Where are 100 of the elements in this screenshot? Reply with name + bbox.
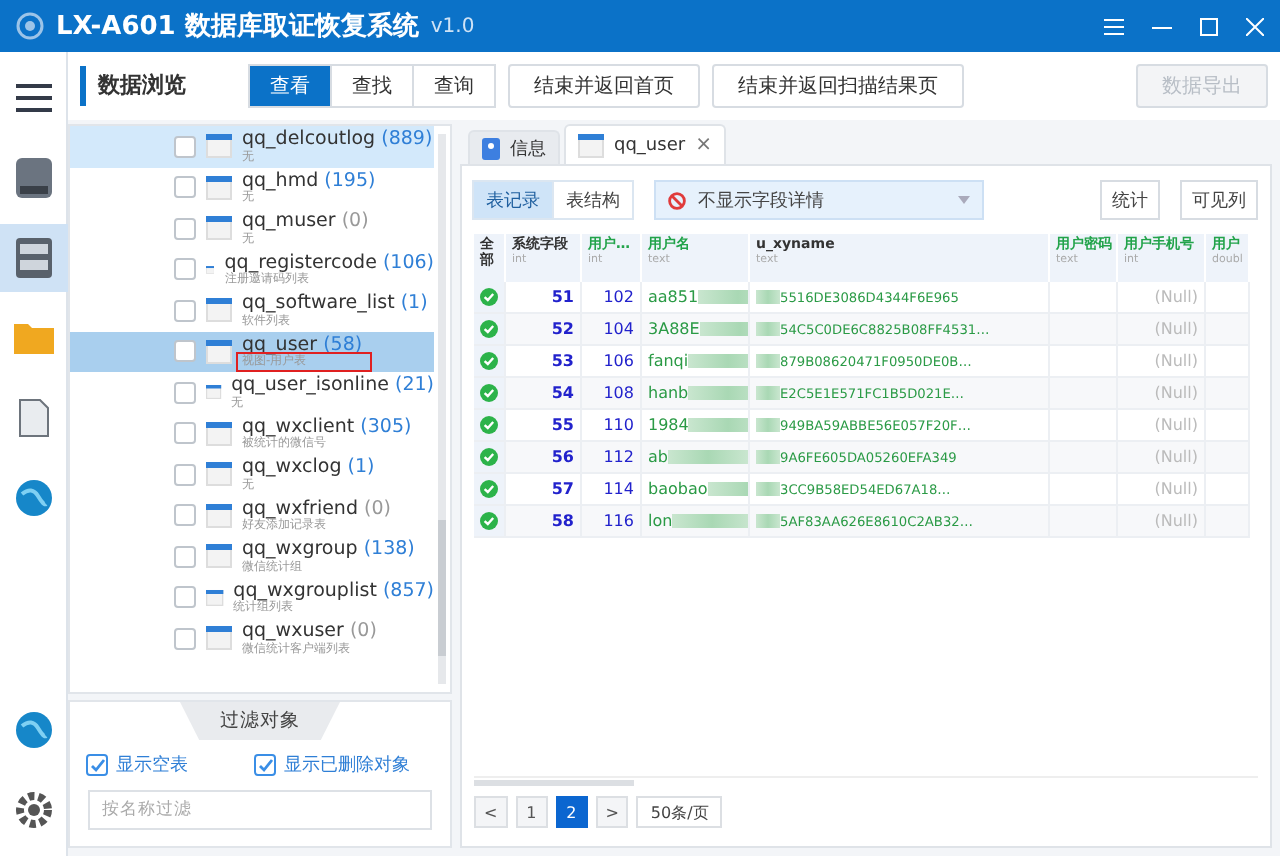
- table-cell: 1984: [642, 410, 750, 442]
- filter-field[interactable]: 按名称过滤: [88, 790, 432, 830]
- settings-icon[interactable]: [13, 790, 53, 830]
- table-cell: 52: [506, 314, 582, 346]
- checkbox[interactable]: [174, 340, 196, 363]
- table-name: qq_wxclog (1): [242, 458, 375, 477]
- table-cell: 106: [582, 346, 642, 378]
- checkbox[interactable]: [174, 545, 196, 568]
- checkbox[interactable]: [174, 176, 196, 199]
- mode-tab[interactable]: 查看: [248, 64, 332, 108]
- table-icon: [206, 216, 232, 241]
- checkbox-label[interactable]: 显示空表: [116, 752, 188, 778]
- table-cell: baobao: [642, 474, 750, 506]
- table-cell: 112: [582, 442, 642, 474]
- database-icon[interactable]: [13, 236, 53, 280]
- previous-page-button[interactable]: <: [474, 796, 508, 828]
- blurred-text: [756, 354, 780, 368]
- table-icon: [206, 298, 232, 323]
- view-tab[interactable]: 表记录: [472, 180, 554, 220]
- table-cell: ab: [642, 442, 750, 474]
- table-icon: [206, 585, 224, 610]
- checkbox[interactable]: [174, 258, 196, 281]
- close-icon[interactable]: [1246, 17, 1264, 35]
- table-icon: [206, 421, 232, 446]
- table-name: qq_wxclient (305): [242, 417, 412, 436]
- page-size-select[interactable]: 50条/页: [636, 796, 723, 828]
- document-tab[interactable]: qq_user ×: [564, 124, 726, 164]
- scrollbar-thumb[interactable]: [438, 519, 446, 657]
- checkbox[interactable]: [174, 381, 196, 404]
- blurred-text: [756, 386, 780, 400]
- checkbox[interactable]: [86, 754, 108, 776]
- blurred-text: [756, 418, 780, 432]
- table-cell: (Null): [1118, 410, 1206, 442]
- table-icon: [206, 134, 232, 159]
- table-cell: 102: [582, 282, 642, 314]
- table-cell: 56: [506, 442, 582, 474]
- checkbox[interactable]: [174, 504, 196, 527]
- table-cell: (Null): [1118, 378, 1206, 410]
- blurred-text: [667, 450, 748, 464]
- action-button[interactable]: 结束并返回扫描结果页: [712, 64, 964, 108]
- table-cell: 53: [506, 346, 582, 378]
- checkbox[interactable]: [174, 627, 196, 650]
- check-circle-icon: [480, 512, 498, 530]
- table-cell: 57: [506, 474, 582, 506]
- table-icon: [206, 626, 232, 651]
- globe-icon[interactable]: [13, 478, 53, 518]
- checkbox[interactable]: [174, 217, 196, 240]
- grid-button[interactable]: 统计: [1100, 180, 1160, 220]
- table-cell: 108: [582, 378, 642, 410]
- page-button[interactable]: 2: [555, 796, 588, 828]
- page-button[interactable]: 1: [515, 796, 548, 828]
- globe-icon[interactable]: [13, 710, 53, 750]
- check-circle-icon: [480, 384, 498, 402]
- table-name: qq_wxgrouplist (857): [233, 581, 434, 600]
- next-page-button[interactable]: >: [595, 796, 629, 828]
- folder-icon[interactable]: [11, 320, 55, 356]
- table-icon: [206, 462, 232, 487]
- table-cell: 54: [506, 378, 582, 410]
- table-name: qq_muser (0): [242, 212, 369, 231]
- blurred-text: [688, 354, 748, 368]
- checkbox[interactable]: [254, 754, 276, 776]
- disk-drive-icon[interactable]: [13, 156, 53, 200]
- table-icon: [206, 175, 232, 200]
- blurred-text: [756, 482, 780, 496]
- table-cell: (Null): [1118, 346, 1206, 378]
- table-name: qq_software_list (1): [242, 294, 428, 313]
- table-icon: [578, 133, 604, 157]
- table-cell: 110: [582, 410, 642, 442]
- table-cell: 3A88E: [642, 314, 750, 346]
- table-cell: 58: [506, 506, 582, 538]
- table-cell: (Null): [1118, 282, 1206, 314]
- caret-icon: [958, 196, 970, 204]
- table-name: qq_delcoutlog (889): [242, 130, 433, 149]
- menu-icon[interactable]: [15, 84, 51, 112]
- document-tab[interactable]: 信息: [468, 130, 560, 164]
- checkbox-label[interactable]: 显示已删除对象: [284, 752, 410, 778]
- file-icon[interactable]: [17, 398, 49, 438]
- checkbox[interactable]: [174, 463, 196, 486]
- document-icon: [482, 137, 500, 159]
- detail-dropdown[interactable]: 不显示字段详情: [654, 180, 984, 220]
- view-tab[interactable]: 表结构: [552, 180, 634, 220]
- check-circle-icon: [480, 416, 498, 434]
- table-name: qq_user_isonline (21): [231, 376, 434, 395]
- blurred-text: [756, 290, 780, 304]
- table-name: qq_hmd (195): [242, 171, 376, 190]
- mode-tab[interactable]: 查找: [330, 64, 414, 108]
- close-icon[interactable]: ×: [695, 134, 712, 156]
- checkbox[interactable]: [174, 422, 196, 445]
- table-icon: [206, 503, 232, 528]
- grid-button[interactable]: 可见列: [1180, 180, 1258, 220]
- checkbox[interactable]: [174, 299, 196, 322]
- checkbox[interactable]: [174, 586, 196, 609]
- table-name: qq_wxfriend (0): [242, 499, 391, 518]
- table-cell: fanqi: [642, 346, 750, 378]
- action-button[interactable]: 结束并返回首页: [508, 64, 700, 108]
- mode-tab[interactable]: 查询: [412, 64, 496, 108]
- table-icon: [206, 339, 232, 364]
- table-cell: 116: [582, 506, 642, 538]
- checkbox[interactable]: [174, 135, 196, 158]
- maximize-icon[interactable]: [1200, 17, 1218, 35]
